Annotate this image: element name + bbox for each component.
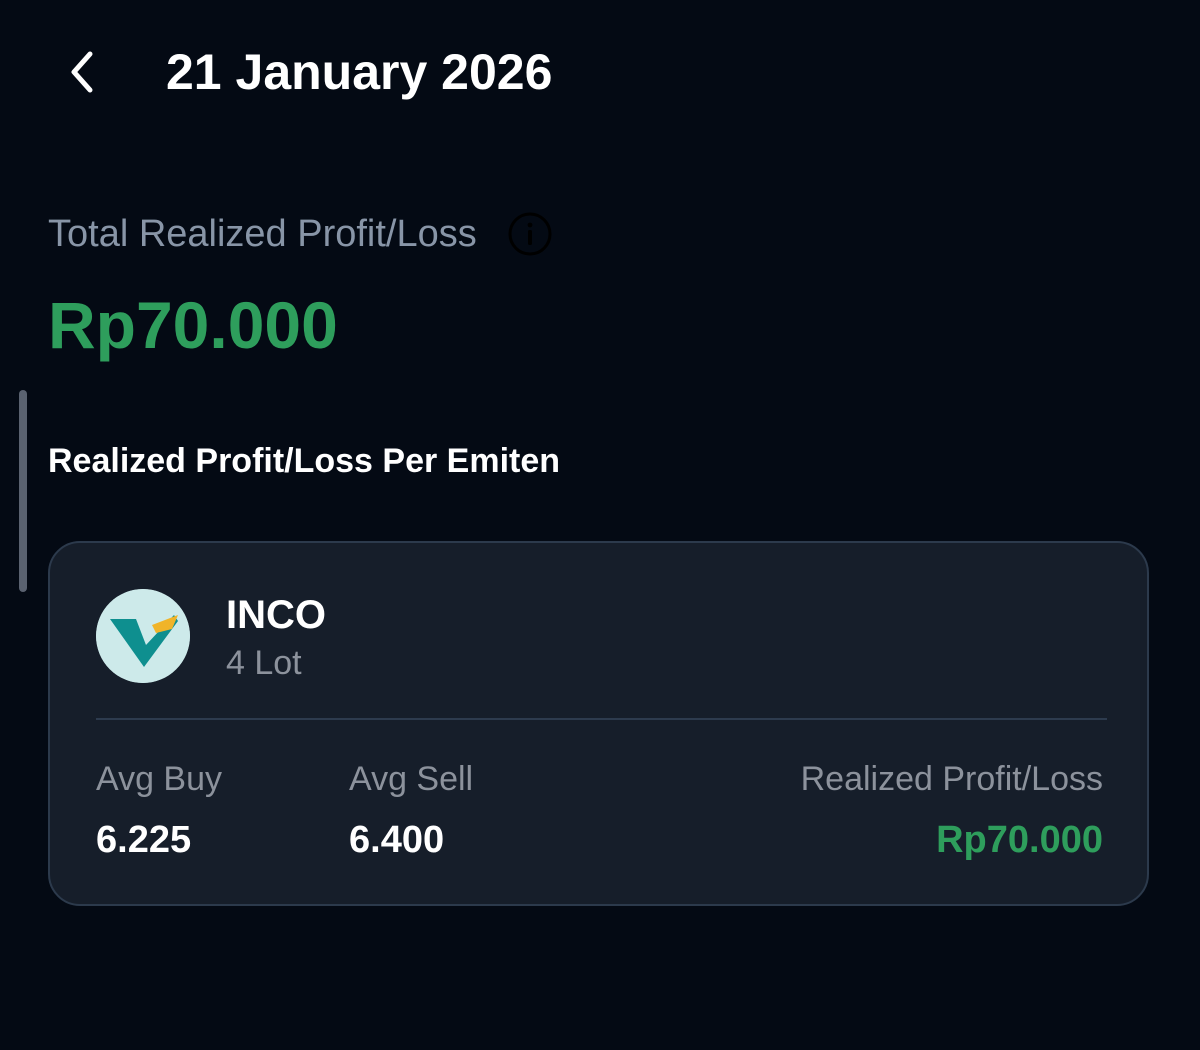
divider [96, 718, 1107, 720]
page-title: 21 January 2026 [166, 44, 553, 100]
inco-logo-icon [96, 589, 190, 683]
back-button[interactable] [50, 38, 114, 106]
avg-sell-value: 6.400 [349, 819, 445, 861]
emiten-ticker: INCO [226, 593, 326, 637]
avg-sell-label: Avg Sell [349, 760, 474, 798]
section-title: Realized Profit/Loss Per Emiten [48, 442, 561, 480]
avg-buy-label: Avg Buy [96, 760, 223, 798]
realized-pl-label: Realized Profit/Loss [800, 760, 1103, 798]
realized-pl-page: 21 January 2026 Total Realized Profit/Lo… [0, 0, 1200, 1050]
chevron-left-icon [71, 51, 93, 93]
total-pl-label: Total Realized Profit/Loss [48, 213, 477, 255]
emiten-card[interactable]: INCO 4 Lot Avg Buy 6.225 Avg Sell 6.400 … [48, 541, 1149, 906]
inco-logo [96, 589, 190, 683]
scrollbar[interactable] [19, 390, 27, 592]
info-button[interactable] [507, 211, 553, 257]
header: 21 January 2026 [0, 0, 1200, 145]
info-icon [508, 212, 552, 256]
total-pl-label-row: Total Realized Profit/Loss [48, 208, 553, 260]
total-pl-value: Rp70.000 [48, 288, 338, 362]
realized-pl-value: Rp70.000 [936, 819, 1103, 861]
avg-buy-value: 6.225 [96, 819, 192, 861]
emiten-lot: 4 Lot [226, 644, 302, 682]
